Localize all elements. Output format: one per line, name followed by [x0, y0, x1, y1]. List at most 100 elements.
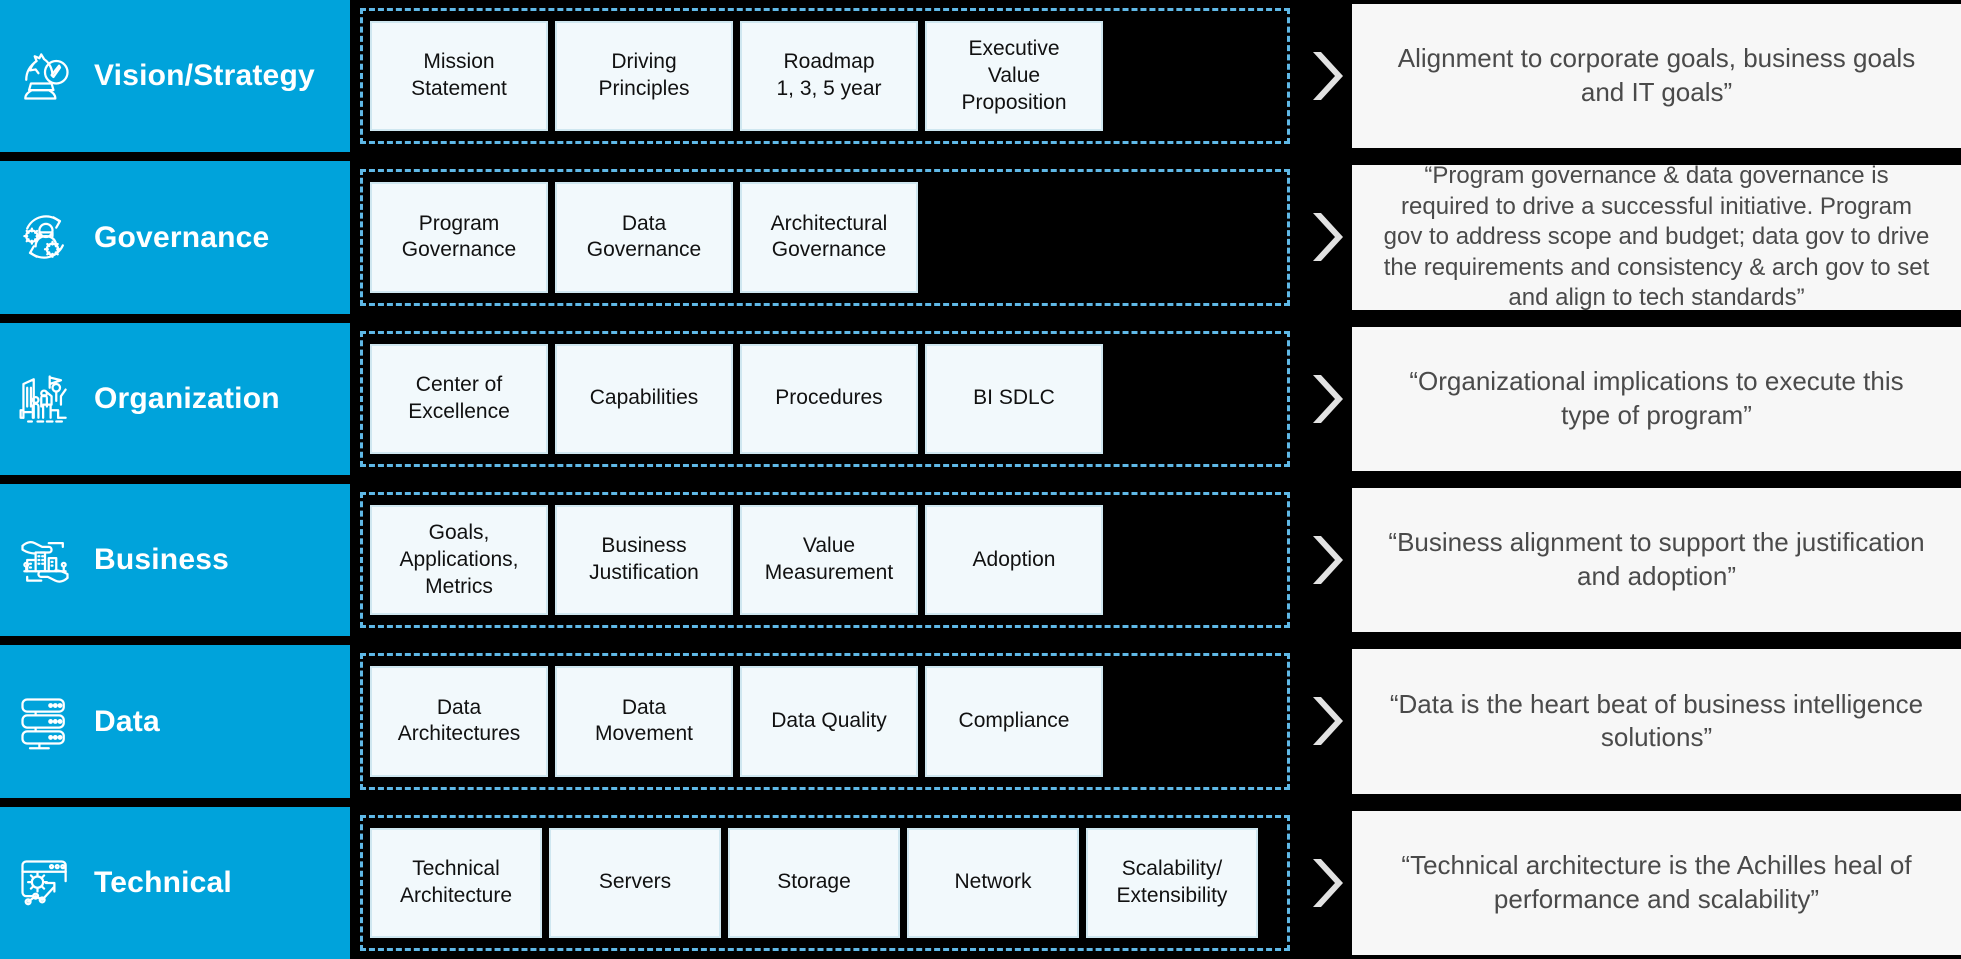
chess-knight-compass-icon [14, 45, 76, 107]
governance-cycle-icon [14, 206, 76, 268]
cell-line: Data [621, 695, 667, 719]
cell-line: Executive [968, 36, 1060, 60]
note-governance: “Program governance & data governance is… [1352, 162, 1961, 311]
component-band-wrapper: Goals, Applications, Metrics Business Justif… [350, 484, 1300, 636]
component-cell-label: Goals, Applications, Metrics [399, 520, 518, 601]
band-spacer [1265, 828, 1280, 938]
component-cell[interactable]: Architectural Governance [740, 182, 918, 293]
pillar-technical[interactable]: Technical [0, 806, 350, 959]
framework-row-vision-strategy: Vision/Strategy Mission Statement Driving Pr… [0, 0, 1961, 153]
component-cell[interactable]: Servers [549, 827, 721, 938]
component-cell[interactable]: Value Measurement [740, 504, 918, 616]
pillar-business[interactable]: Business [0, 483, 350, 637]
cell-line: Applications, [399, 547, 519, 571]
cell-line: Governance [586, 238, 702, 262]
component-cell-label: Adoption [973, 547, 1056, 574]
component-cell[interactable]: Driving Principles [555, 21, 733, 132]
cell-line: 1, 3, 5 year [776, 77, 882, 101]
cell-line: Network [954, 870, 1032, 894]
component-band-wrapper: Program Governance Data Governance Architect… [350, 161, 1300, 313]
cell-line: Goals, [428, 520, 490, 544]
cell-line: Data [436, 695, 482, 719]
component-cell[interactable]: Technical Architecture [370, 827, 542, 938]
component-cell[interactable]: Adoption [925, 504, 1103, 616]
cell-line: Architecture [399, 883, 513, 907]
cell-line: Extensibility [1116, 883, 1228, 907]
cell-line: Proposition [961, 90, 1067, 114]
cell-line: Statement [411, 77, 507, 101]
component-cell[interactable]: Center of Excellence [370, 343, 548, 454]
cell-line: Capabilities [589, 386, 699, 410]
component-cell[interactable]: Executive Value Proposition [925, 21, 1103, 132]
component-cell[interactable]: Data Quality [740, 666, 918, 777]
pillar-organization[interactable]: Organization [0, 322, 350, 475]
cell-line: Governance [771, 238, 887, 262]
chevron-right-icon [1300, 161, 1352, 314]
band-spacer [1110, 21, 1280, 131]
note-data: “Data is the heart beat of business inte… [1352, 649, 1961, 794]
cell-line: Governance [401, 238, 517, 262]
pillar-label: Organization [94, 382, 280, 416]
cell-line: Metrics [425, 574, 493, 598]
pillar-data[interactable]: Data [0, 645, 350, 798]
component-cell[interactable]: Program Governance [370, 182, 548, 293]
note-organization: “Organizational implications to execute … [1352, 326, 1961, 471]
framework-row-governance: Governance Program Governance Data Governanc… [0, 152, 1961, 314]
framework-row-organization: Organization Center of Excellence Capabilit… [0, 313, 1961, 475]
browser-gear-chart-icon [14, 852, 76, 914]
component-cell-label: Driving Principles [598, 49, 689, 103]
component-cell-label: Data Movement [595, 695, 693, 749]
component-cell-label: Value Measurement [765, 533, 893, 587]
database-server-icon [14, 690, 76, 752]
band-spacer [925, 182, 1280, 292]
component-band-business: Goals, Applications, Metrics Business Justif… [360, 491, 1290, 629]
band-spacer [1110, 344, 1280, 454]
component-band-governance: Program Governance Data Governance Architect… [360, 169, 1290, 306]
cell-line: Mission [423, 50, 495, 74]
component-cell-label: Executive Value Proposition [961, 36, 1066, 117]
component-cell[interactable]: Scalability/Extensibility [1086, 827, 1258, 938]
component-cell[interactable]: Data Architectures [370, 666, 548, 777]
component-cell-label: Storage [777, 869, 851, 896]
component-cell[interactable]: Storage [728, 827, 900, 938]
cell-line: Business [601, 534, 687, 558]
component-cell-label: Servers [599, 869, 671, 896]
component-cell[interactable]: Mission Statement [370, 21, 548, 132]
component-cell[interactable]: Compliance [925, 666, 1103, 777]
cell-line: Driving [611, 50, 677, 74]
business-hands-buildings-icon [14, 529, 76, 591]
cell-line: Compliance [958, 709, 1070, 733]
pillar-governance[interactable]: Governance [0, 161, 350, 314]
note-wrapper: “Data is the heart beat of business inte… [1352, 645, 1961, 797]
component-cell[interactable]: Data Governance [555, 182, 733, 293]
component-cell[interactable]: Goals, Applications, Metrics [370, 504, 548, 616]
component-cell-label: Scalability/Extensibility [1117, 856, 1228, 910]
cell-line: Architectural [770, 211, 888, 235]
component-cell[interactable]: Network [907, 827, 1079, 938]
component-cell[interactable]: Capabilities [555, 343, 733, 454]
cell-line: Storage [777, 870, 851, 894]
pillar-label: Technical [94, 866, 232, 900]
note-wrapper: “Business alignment to support the justi… [1352, 484, 1961, 636]
component-cell-label: Program Governance [402, 211, 516, 265]
component-cell-label: Technical Architecture [400, 856, 512, 910]
component-cell-label: Center of Excellence [408, 372, 510, 426]
component-cell[interactable]: Procedures [740, 343, 918, 454]
component-cell[interactable]: Business Justification [555, 504, 733, 616]
cell-line: Technical [412, 856, 500, 880]
component-cell-label: Capabilities [590, 385, 699, 412]
component-cell-label: Architectural Governance [771, 211, 888, 265]
pillar-label: Vision/Strategy [94, 59, 315, 93]
component-cell[interactable]: BI SDLC [925, 343, 1103, 454]
cell-line: Program [418, 211, 500, 235]
component-band-wrapper: Technical Architecture Servers Storage Netwo… [350, 807, 1300, 959]
component-cell-label: Data Architectures [398, 695, 521, 749]
pillar-vision-strategy[interactable]: Vision/Strategy [0, 0, 350, 153]
cell-line: Servers [598, 870, 672, 894]
chevron-right-icon [1300, 322, 1352, 475]
pillar-label: Governance [94, 220, 270, 254]
component-cell[interactable]: Roadmap 1, 3, 5 year [740, 21, 918, 132]
chevron-right-icon [1300, 806, 1352, 959]
component-band-vision-strategy: Mission Statement Driving Principles Roadmap… [360, 8, 1290, 145]
component-cell[interactable]: Data Movement [555, 666, 733, 777]
